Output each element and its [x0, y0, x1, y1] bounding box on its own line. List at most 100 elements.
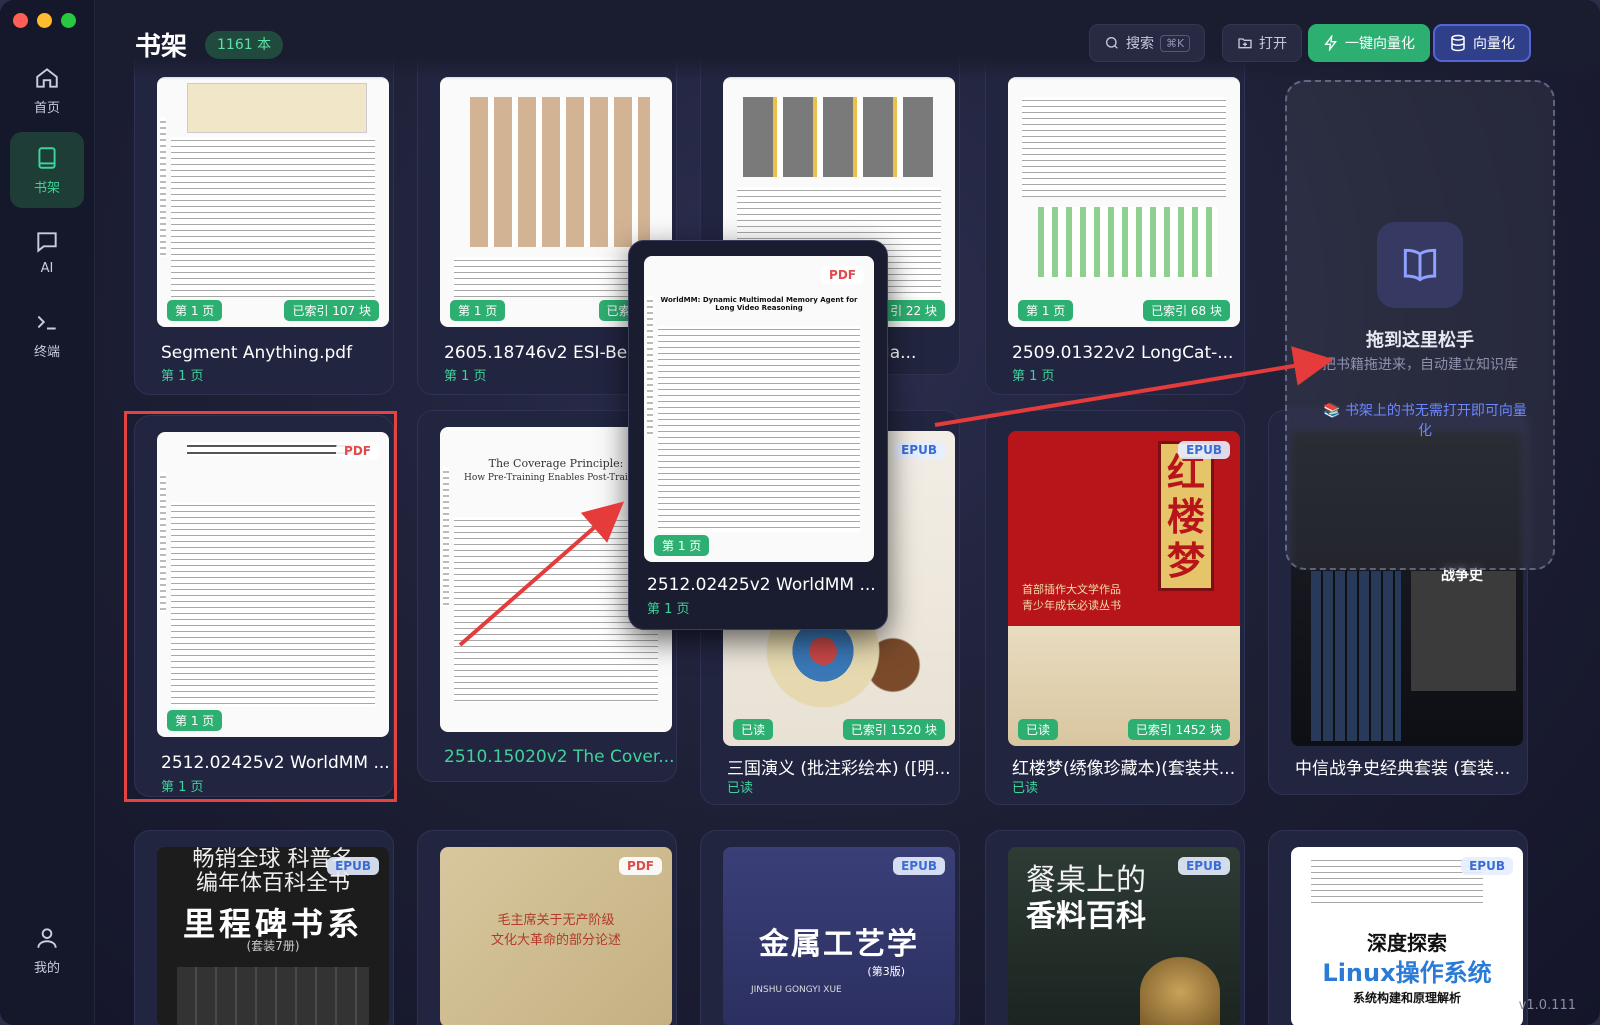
book-card[interactable]: 第 1 页 已索引 68 块 2509.01322v2 LongCat-... … — [985, 40, 1245, 395]
maximize-window-button[interactable] — [61, 13, 76, 28]
index-badge: 已索引 68 块 — [1143, 300, 1230, 321]
vectorize-label: 向量化 — [1473, 36, 1515, 52]
book-thumbnail: 第 1 页 已索引 68 块 — [1008, 77, 1240, 327]
book-progress: 已读 — [727, 781, 754, 796]
search-shortcut: ⌘K — [1160, 34, 1191, 52]
cover-title: 红楼梦 — [1166, 450, 1205, 583]
sidebar-item-bookshelf[interactable]: 书架 — [10, 132, 84, 208]
cover-line: 毛主席关于无产阶级 — [497, 913, 615, 928]
sidebar-item-label: AI — [40, 260, 54, 276]
read-badge: 已读 — [733, 719, 774, 740]
header: 书架 1161 本 搜索 ⌘K 打开 一键向量化 向量化 — [95, 0, 1600, 80]
page-badge: 第 1 页 — [167, 300, 223, 321]
book-title: 三国演义 (批注彩绘本) ([明... — [727, 759, 951, 779]
sidebar-item-terminal[interactable]: 终端 — [10, 296, 84, 372]
book-cover: 毛主席关于无产阶级 文化大革命的部分论述 PDF — [440, 847, 672, 1025]
home-icon — [36, 67, 58, 88]
drop-zone[interactable]: 拖到这里松手 把书籍拖进来，自动建立知识库 📚 书架上的书无需打开即可向量化 — [1285, 80, 1555, 570]
version-label: v1.0.111 — [1518, 998, 1576, 1013]
chat-icon — [37, 231, 57, 253]
sidebar-item-label: 书架 — [33, 180, 60, 196]
sidebar-item-home[interactable]: 首页 — [10, 52, 84, 128]
format-badge: EPUB — [1461, 857, 1513, 875]
page-badge: 第 1 页 — [1018, 300, 1074, 321]
terminal-icon — [37, 315, 56, 329]
book-progress: 第 1 页 — [161, 369, 204, 384]
sidebar: 首页 书架 AI 终端 我的 — [0, 0, 95, 1025]
book-cover: 金属工艺学 (第3版) JINSHU GONGYI XUE EPUB — [723, 847, 955, 1025]
cover-line: JINSHU GONGYI XUE — [751, 985, 842, 995]
cover-line: Linux操作系统 — [1322, 959, 1492, 987]
format-badge: EPUB — [893, 857, 945, 875]
sidebar-item-label: 我的 — [33, 960, 60, 976]
book-progress: 已读 — [1012, 781, 1039, 796]
book-cover: 红楼梦 首部插作大文学作品 青少年成长必读丛书 EPUB 已读 已索引 1452… — [1008, 431, 1240, 746]
book-card[interactable]: 畅销全球 科普名 编年体百科全书 里程碑书系 (套装7册) EPUB — [134, 830, 394, 1025]
paper-title: WorldMM: Dynamic Multimodal Memory Agent… — [660, 296, 858, 312]
database-icon — [1451, 34, 1465, 52]
open-button[interactable]: 打开 — [1222, 24, 1302, 62]
book-cover: 餐桌上的 香料百科 EPUB — [1008, 847, 1240, 1025]
search-button[interactable]: 搜索 ⌘K — [1089, 24, 1206, 62]
drop-zone-tip: 📚 书架上的书无需打开即可向量化 — [1317, 400, 1533, 440]
format-badge: PDF — [619, 857, 662, 875]
vectorize-button[interactable]: 向量化 — [1433, 24, 1531, 62]
page-badge: 第 1 页 — [654, 535, 710, 556]
book-cover: 畅销全球 科普名 编年体百科全书 里程碑书系 (套装7册) EPUB — [157, 847, 389, 1025]
drop-zone-title: 拖到这里松手 — [1366, 330, 1474, 351]
index-badge: 已索引 1452 块 — [1127, 719, 1230, 740]
book-cover: 深度探索 Linux操作系统 系统构建和原理解析 EPUB — [1291, 847, 1523, 1025]
sidebar-item-label: 终端 — [33, 344, 60, 360]
cover-line: 系统构建和原理解析 — [1352, 991, 1461, 1005]
book-card[interactable]: 红楼梦 首部插作大文学作品 青少年成长必读丛书 EPUB 已读 已索引 1452… — [985, 410, 1245, 805]
selection-highlight — [124, 411, 397, 802]
window-controls — [13, 13, 76, 28]
open-label: 打开 — [1259, 36, 1287, 52]
book-card[interactable]: 餐桌上的 香料百科 EPUB — [985, 830, 1245, 1025]
book-progress: 第 1 页 — [444, 369, 487, 384]
close-window-button[interactable] — [13, 13, 28, 28]
book-card[interactable]: 毛主席关于无产阶级 文化大革命的部分论述 PDF — [417, 830, 677, 1025]
book-title: Segment Anything.pdf — [161, 343, 353, 363]
sidebar-item-label: 首页 — [33, 100, 60, 116]
sidebar-item-ai[interactable]: AI — [10, 214, 84, 290]
book-title: 2512.02425v2 WorldMM ... — [647, 575, 876, 595]
drop-zone-subtitle: 把书籍拖进来，自动建立知识库 — [1322, 357, 1518, 373]
quick-vectorize-label: 一键向量化 — [1345, 36, 1415, 52]
cover-tag: 青少年成长必读丛书 — [1022, 599, 1121, 612]
app-window: 首页 书架 AI 终端 我的 书架 1161 本 搜索 ⌘K 打开 一键向量化 … — [0, 0, 1600, 1025]
book-thumbnail: 第 1 页 已索引 107 块 — [157, 77, 389, 327]
sidebar-item-profile[interactable]: 我的 — [10, 912, 84, 988]
format-badge: EPUB — [327, 857, 379, 875]
lightning-icon — [1324, 35, 1337, 51]
cover-line: 金属工艺学 — [759, 927, 919, 962]
book-progress: 第 1 页 — [647, 602, 690, 617]
book-count-badge: 1161 本 — [205, 31, 284, 59]
index-badge: 引 22 块 — [882, 300, 945, 321]
drop-zone-tip-text: 书架上的书无需打开即可向量化 — [1344, 403, 1527, 439]
book-title: 2509.01322v2 LongCat-... — [1012, 343, 1234, 363]
quick-vectorize-button[interactable]: 一键向量化 — [1308, 24, 1430, 62]
book-progress: 第 1 页 — [1012, 369, 1055, 384]
index-badge: 已索引 107 块 — [284, 300, 379, 321]
book-card[interactable]: 金属工艺学 (第3版) JINSHU GONGYI XUE EPUB — [700, 830, 960, 1025]
book-card[interactable]: 第 1 页 已索引 107 块 Segment Anything.pdf 第 1… — [134, 40, 394, 395]
index-badge: 已索引 1520 块 — [842, 719, 945, 740]
book-card[interactable]: 深度探索 Linux操作系统 系统构建和原理解析 EPUB — [1268, 830, 1528, 1025]
book-icon — [38, 146, 56, 169]
minimize-window-button[interactable] — [37, 13, 52, 28]
format-badge: EPUB — [893, 441, 945, 459]
book-title: 2605.18746v2 ESI-Ben — [444, 343, 638, 363]
drag-preview-card[interactable]: WorldMM: Dynamic Multimodal Memory Agent… — [628, 240, 888, 630]
folder-plus-icon — [1238, 38, 1252, 49]
cover-line: (第3版) — [867, 965, 905, 978]
format-badge: EPUB — [1178, 857, 1230, 875]
format-badge: PDF — [821, 266, 864, 284]
book-title: 红楼梦(绣像珍藏本)(套装共... — [1012, 759, 1236, 779]
read-badge: 已读 — [1018, 719, 1059, 740]
cover-line: 香料百科 — [1026, 899, 1146, 934]
book-title: 2510.15020v2 The Cover... — [444, 747, 674, 767]
books-icon: 📚 — [1323, 403, 1341, 419]
cover-line: 文化大革命的部分论述 — [490, 933, 621, 948]
page-badge: 第 1 页 — [450, 300, 506, 321]
